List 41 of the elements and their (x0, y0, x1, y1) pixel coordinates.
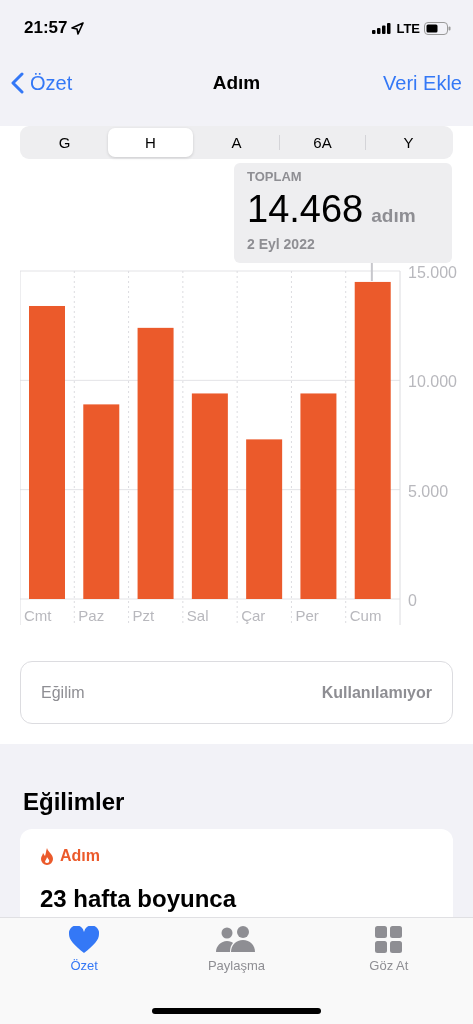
axis-label: Cum (349, 607, 382, 624)
add-data-button[interactable]: Veri Ekle (383, 71, 462, 95)
trend-label: Eğilim (41, 683, 85, 702)
summary-unit: adım (371, 205, 416, 227)
tab-bar-item[interactable]: Özet (24, 926, 145, 973)
trend-value: Kullanılamıyor (321, 683, 432, 702)
people-icon (216, 926, 257, 953)
axis-label: Çar (241, 607, 266, 624)
axis-label: Paz (78, 607, 105, 624)
trend-category: Adım (60, 847, 100, 865)
axis-label: 0 (408, 592, 417, 609)
status-time: 21:57 (24, 18, 68, 38)
axis-label: 15.000 (408, 264, 457, 281)
location-arrow-icon (71, 21, 85, 35)
trend-headline: 23 hafta boyunca (40, 885, 238, 913)
axis-label: Cmt (24, 607, 52, 624)
summary-value: 14.468 (247, 188, 364, 231)
heart-icon (69, 926, 100, 953)
axis-label: 10.000 (408, 373, 457, 391)
selection-line (370, 262, 373, 282)
back-button[interactable]: Özet (11, 71, 73, 95)
axis-label: Sal (186, 607, 209, 624)
summary-label: TOPLAM (247, 169, 303, 184)
grid-icon (375, 926, 403, 953)
axis-label: Pzt (132, 607, 155, 624)
range-tab[interactable]: Y (366, 128, 451, 157)
signal-icon (372, 22, 393, 34)
range-tab[interactable]: A (194, 128, 279, 157)
range-tab[interactable]: G (22, 128, 107, 157)
section-title: Eğilimler (23, 788, 126, 816)
battery-icon (424, 21, 451, 35)
screen-title: Adım (212, 72, 261, 94)
range-tab[interactable]: H (108, 128, 193, 157)
flame-icon (40, 847, 54, 865)
range-tab[interactable]: 6A (280, 128, 365, 157)
trend-card[interactable]: Adım 23 hafta boyunca (20, 829, 453, 918)
chevron-left-icon (11, 72, 24, 94)
axis-label: 5.000 (408, 482, 449, 500)
axis-label: Per (295, 607, 319, 624)
network-type: LTE (396, 20, 420, 36)
summary-date: 2 Eyl 2022 (247, 236, 316, 252)
